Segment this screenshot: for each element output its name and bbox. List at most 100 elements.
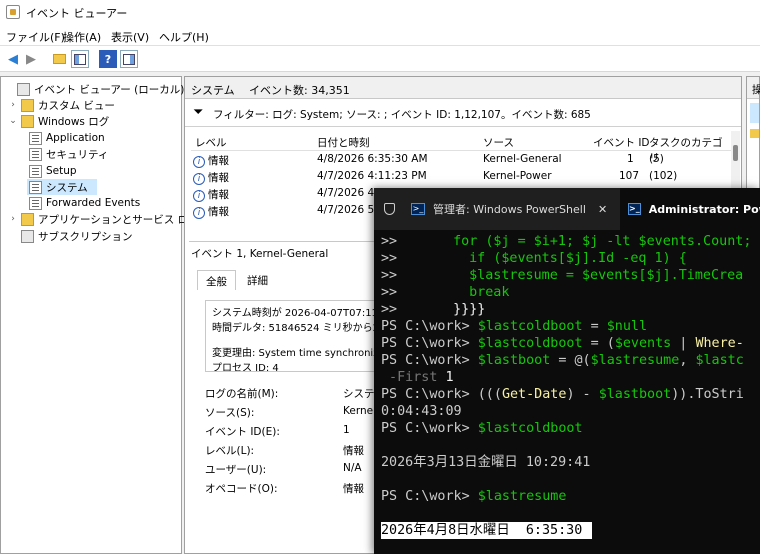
terminal-tab-admin-powershell[interactable]: >_ 管理者: Windows PowerShell ✕ bbox=[384, 188, 612, 230]
description-line: 変更理由: System time synchronize bbox=[212, 348, 385, 359]
window-title: イベント ビューアー bbox=[26, 7, 128, 20]
tree-item-custom-views[interactable]: › カスタム ビュー bbox=[7, 97, 115, 113]
description-line: システム時刻が 2026-04-07T07:11:2 bbox=[212, 308, 388, 319]
tree-item-security[interactable]: セキュリティ bbox=[27, 146, 108, 162]
level-cell: i 情報 bbox=[193, 204, 229, 219]
field-value: N/A bbox=[343, 462, 362, 474]
field-value: 1 bbox=[343, 424, 350, 436]
back-arrow-icon[interactable]: ◀ bbox=[4, 50, 22, 68]
source-cell: Kernel-Power bbox=[483, 170, 552, 182]
event-viewer-icon bbox=[17, 82, 30, 96]
terminal-line: >>}}}} bbox=[381, 302, 486, 317]
funnel-icon: ⏷ bbox=[193, 105, 204, 120]
source-cell: Kernel-General bbox=[483, 153, 562, 165]
terminal-line: >> if ($events[$j].Id -eq 1) { bbox=[381, 251, 687, 266]
menu-bar: ファイル(F) 操作(A) 表示(V) ヘルプ(H) bbox=[0, 24, 760, 46]
filter-text: フィルター: ログ: System; ソース: ; イベント ID: 1,12,… bbox=[213, 109, 591, 121]
info-icon: i bbox=[193, 156, 205, 168]
tree-item-label: セキュリティ bbox=[46, 148, 109, 161]
tab-title: 管理者: Windows PowerShell bbox=[433, 203, 586, 216]
tree-item-forwarded-events[interactable]: Forwarded Events bbox=[27, 195, 140, 211]
field-label: イベント ID(E): bbox=[205, 426, 280, 438]
terminal-window: >_ 管理者: Windows PowerShell ✕ >_ Administ… bbox=[374, 188, 760, 554]
shield-icon bbox=[384, 203, 395, 215]
log-icon bbox=[29, 196, 42, 210]
date-cell: 4/7/2026 4:11:23 PM bbox=[317, 170, 427, 182]
tree-item-application[interactable]: Application bbox=[27, 130, 105, 146]
folder-icon[interactable] bbox=[750, 129, 759, 138]
log-icon bbox=[29, 147, 42, 161]
tree-item-setup[interactable]: Setup bbox=[27, 163, 77, 179]
menu-file[interactable]: ファイル(F) bbox=[6, 29, 65, 45]
column-header-event-id[interactable]: イベント ID bbox=[593, 135, 650, 150]
forward-arrow-icon[interactable]: ▶ bbox=[22, 50, 40, 68]
powershell-icon: >_ bbox=[411, 203, 425, 215]
help-icon[interactable]: ? bbox=[99, 50, 117, 68]
tree-item-app-service-logs[interactable]: › アプリケーションとサービス ログ bbox=[7, 211, 199, 227]
event-id-cell: 1 bbox=[627, 153, 634, 165]
field-label: ログの名前(M): bbox=[205, 388, 279, 400]
close-tab-icon[interactable]: ✕ bbox=[598, 203, 607, 216]
terminal-line: >> for ($j = $i+1; $j -lt $events.Count; bbox=[381, 234, 752, 249]
event-id-cell: 107 bbox=[619, 170, 640, 182]
terminal-line: PS C:\work> $lastresume bbox=[381, 489, 567, 504]
folder-icon bbox=[21, 114, 34, 128]
log-icon bbox=[29, 164, 42, 178]
terminal-line: PS C:\work> $lastcoldboot = ($events | W… bbox=[381, 336, 744, 351]
tree-item-label: Application bbox=[46, 132, 105, 144]
tree-item-label: システム bbox=[46, 181, 88, 194]
action-pane-icon[interactable] bbox=[120, 50, 138, 68]
terminal-line: PS C:\work> (((Get-Date) - $lastboot)).T… bbox=[381, 387, 744, 402]
subscription-icon bbox=[21, 229, 34, 243]
up-folder-icon[interactable] bbox=[50, 50, 68, 68]
tree-item-subscriptions[interactable]: サブスクリプション bbox=[7, 228, 133, 244]
column-header-source[interactable]: ソース bbox=[483, 135, 514, 150]
action-item[interactable] bbox=[750, 103, 759, 123]
column-header-datetime[interactable]: 日付と時刻 bbox=[317, 135, 370, 150]
terminal-output[interactable]: >> for ($j = $i+1; $j -lt $events.Count; … bbox=[374, 230, 760, 554]
menu-help[interactable]: ヘルプ(H) bbox=[159, 29, 209, 45]
tree-item-root[interactable]: イベント ビューアー (ローカル) bbox=[3, 81, 184, 97]
tree-item-label: サブスクリプション bbox=[38, 230, 133, 243]
terminal-line: PS C:\work> $lastcoldboot = $null bbox=[381, 319, 648, 334]
table-row[interactable]: i 情報 4/8/2026 6:35:30 AM Kernel-General 1… bbox=[191, 151, 721, 168]
powershell-icon: >_ bbox=[628, 203, 641, 215]
level-cell: i 情報 bbox=[193, 170, 229, 185]
tab-general[interactable]: 全般 bbox=[197, 270, 236, 290]
toolbar: ◀ ▶ ? bbox=[0, 46, 760, 72]
log-icon bbox=[29, 131, 42, 145]
chevron-right-icon[interactable]: › bbox=[7, 214, 19, 224]
chevron-right-icon[interactable]: › bbox=[7, 100, 19, 110]
tab-details[interactable]: 詳細 bbox=[239, 270, 276, 290]
chevron-down-icon[interactable]: ⌄ bbox=[7, 116, 19, 126]
terminal-line: 2026年3月13日金曜日 10:29:41 bbox=[381, 455, 591, 470]
table-row[interactable]: i 情報 4/7/2026 4:11:23 PM Kernel-Power 107… bbox=[191, 168, 721, 185]
tree-item-label: アプリケーションとサービス ログ bbox=[38, 213, 199, 226]
tree-item-windows-logs[interactable]: ⌄ Windows ログ bbox=[7, 113, 109, 129]
level-cell: i 情報 bbox=[193, 187, 229, 202]
description-line bbox=[212, 336, 388, 346]
panel-header: システム イベント数: 34,351 bbox=[185, 77, 741, 99]
tree-item-label: Forwarded Events bbox=[46, 197, 141, 209]
menu-view[interactable]: 表示(V) bbox=[111, 29, 149, 45]
detail-title: イベント 1, Kernel-General bbox=[191, 248, 329, 260]
column-header-level[interactable]: レベル bbox=[195, 135, 227, 150]
panel-title: システム bbox=[191, 84, 235, 97]
actions-title: 操 bbox=[747, 77, 760, 99]
log-icon bbox=[29, 180, 42, 194]
tree-item-system[interactable]: システム bbox=[27, 179, 97, 195]
tree-item-label: イベント ビューアー (ローカル) bbox=[34, 83, 185, 96]
terminal-tab-active[interactable]: >_ Administrator: Power bbox=[620, 188, 760, 230]
field-value: 情報 bbox=[343, 483, 364, 495]
terminal-line: 0:04:43:09 bbox=[381, 404, 462, 419]
filter-bar: ⏷ フィルター: ログ: System; ソース: ; イベント ID: 1,1… bbox=[185, 99, 741, 127]
info-icon: i bbox=[193, 207, 205, 219]
terminal-line: >> $lastresume = $events[$j].TimeCrea bbox=[381, 268, 744, 283]
tab-title: Administrator: Power bbox=[648, 202, 760, 216]
event-viewer-app-icon bbox=[6, 5, 20, 19]
category-cell: (102) bbox=[649, 170, 678, 182]
tree-item-label: カスタム ビュー bbox=[38, 99, 115, 112]
console-tree-icon[interactable] bbox=[71, 50, 89, 68]
terminal-selected-line: 2026年4月8日水曜日 6:35:30 bbox=[381, 522, 593, 539]
menu-action[interactable]: 操作(A) bbox=[63, 29, 101, 45]
